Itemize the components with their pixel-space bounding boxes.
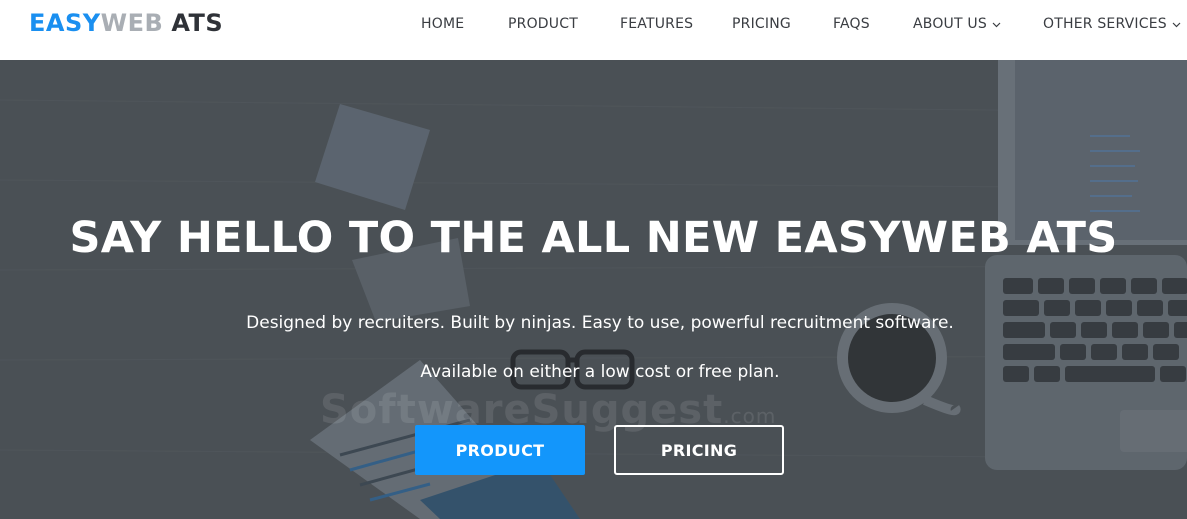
hero-subtitle-line2: Available on either a low cost or free p… xyxy=(420,362,780,382)
chevron-down-icon xyxy=(992,16,1001,32)
nav-item-about-us[interactable]: ABOUT US xyxy=(913,16,1001,32)
nav-item-other-services[interactable]: OTHER SERVICES xyxy=(1043,16,1181,32)
product-button[interactable]: PRODUCT xyxy=(415,425,585,475)
nav-item-label: HOME xyxy=(421,16,465,32)
nav-item-label: PRICING xyxy=(732,16,791,32)
nav-item-pricing[interactable]: PRICING xyxy=(732,16,791,32)
nav-item-faqs[interactable]: FAQS xyxy=(833,16,870,32)
logo-part-ats: ATS xyxy=(171,9,224,37)
chevron-down-icon xyxy=(1172,16,1181,32)
logo-part-easy: EASY xyxy=(29,9,101,37)
hero-background-image xyxy=(0,60,1187,519)
nav-item-label: ABOUT US xyxy=(913,16,987,32)
nav-item-home[interactable]: HOME xyxy=(421,16,464,32)
hero-subtitle-line1: Designed by recruiters. Built by ninjas.… xyxy=(246,313,954,333)
top-navbar: EASYWEB ATS HOME PRODUCT FEATURES PRICING… xyxy=(0,0,1187,60)
nav-item-label: FEATURES xyxy=(620,16,694,32)
nav-item-label: PRODUCT xyxy=(508,16,578,32)
nav-item-features[interactable]: FEATURES xyxy=(620,16,693,32)
hero-section: SoftwareSuggest.com SAY HELLO TO THE ALL… xyxy=(0,60,1187,519)
pricing-button[interactable]: PRICING xyxy=(614,425,784,475)
nav-item-label: OTHER SERVICES xyxy=(1043,16,1167,32)
brand-logo[interactable]: EASYWEB ATS xyxy=(29,9,223,37)
nav-item-label: FAQS xyxy=(833,16,870,32)
logo-part-web: WEB xyxy=(100,9,164,37)
hero-title: SAY HELLO TO THE ALL NEW EASYWEB ATS xyxy=(69,213,1118,263)
nav-item-product[interactable]: PRODUCT xyxy=(508,16,578,32)
